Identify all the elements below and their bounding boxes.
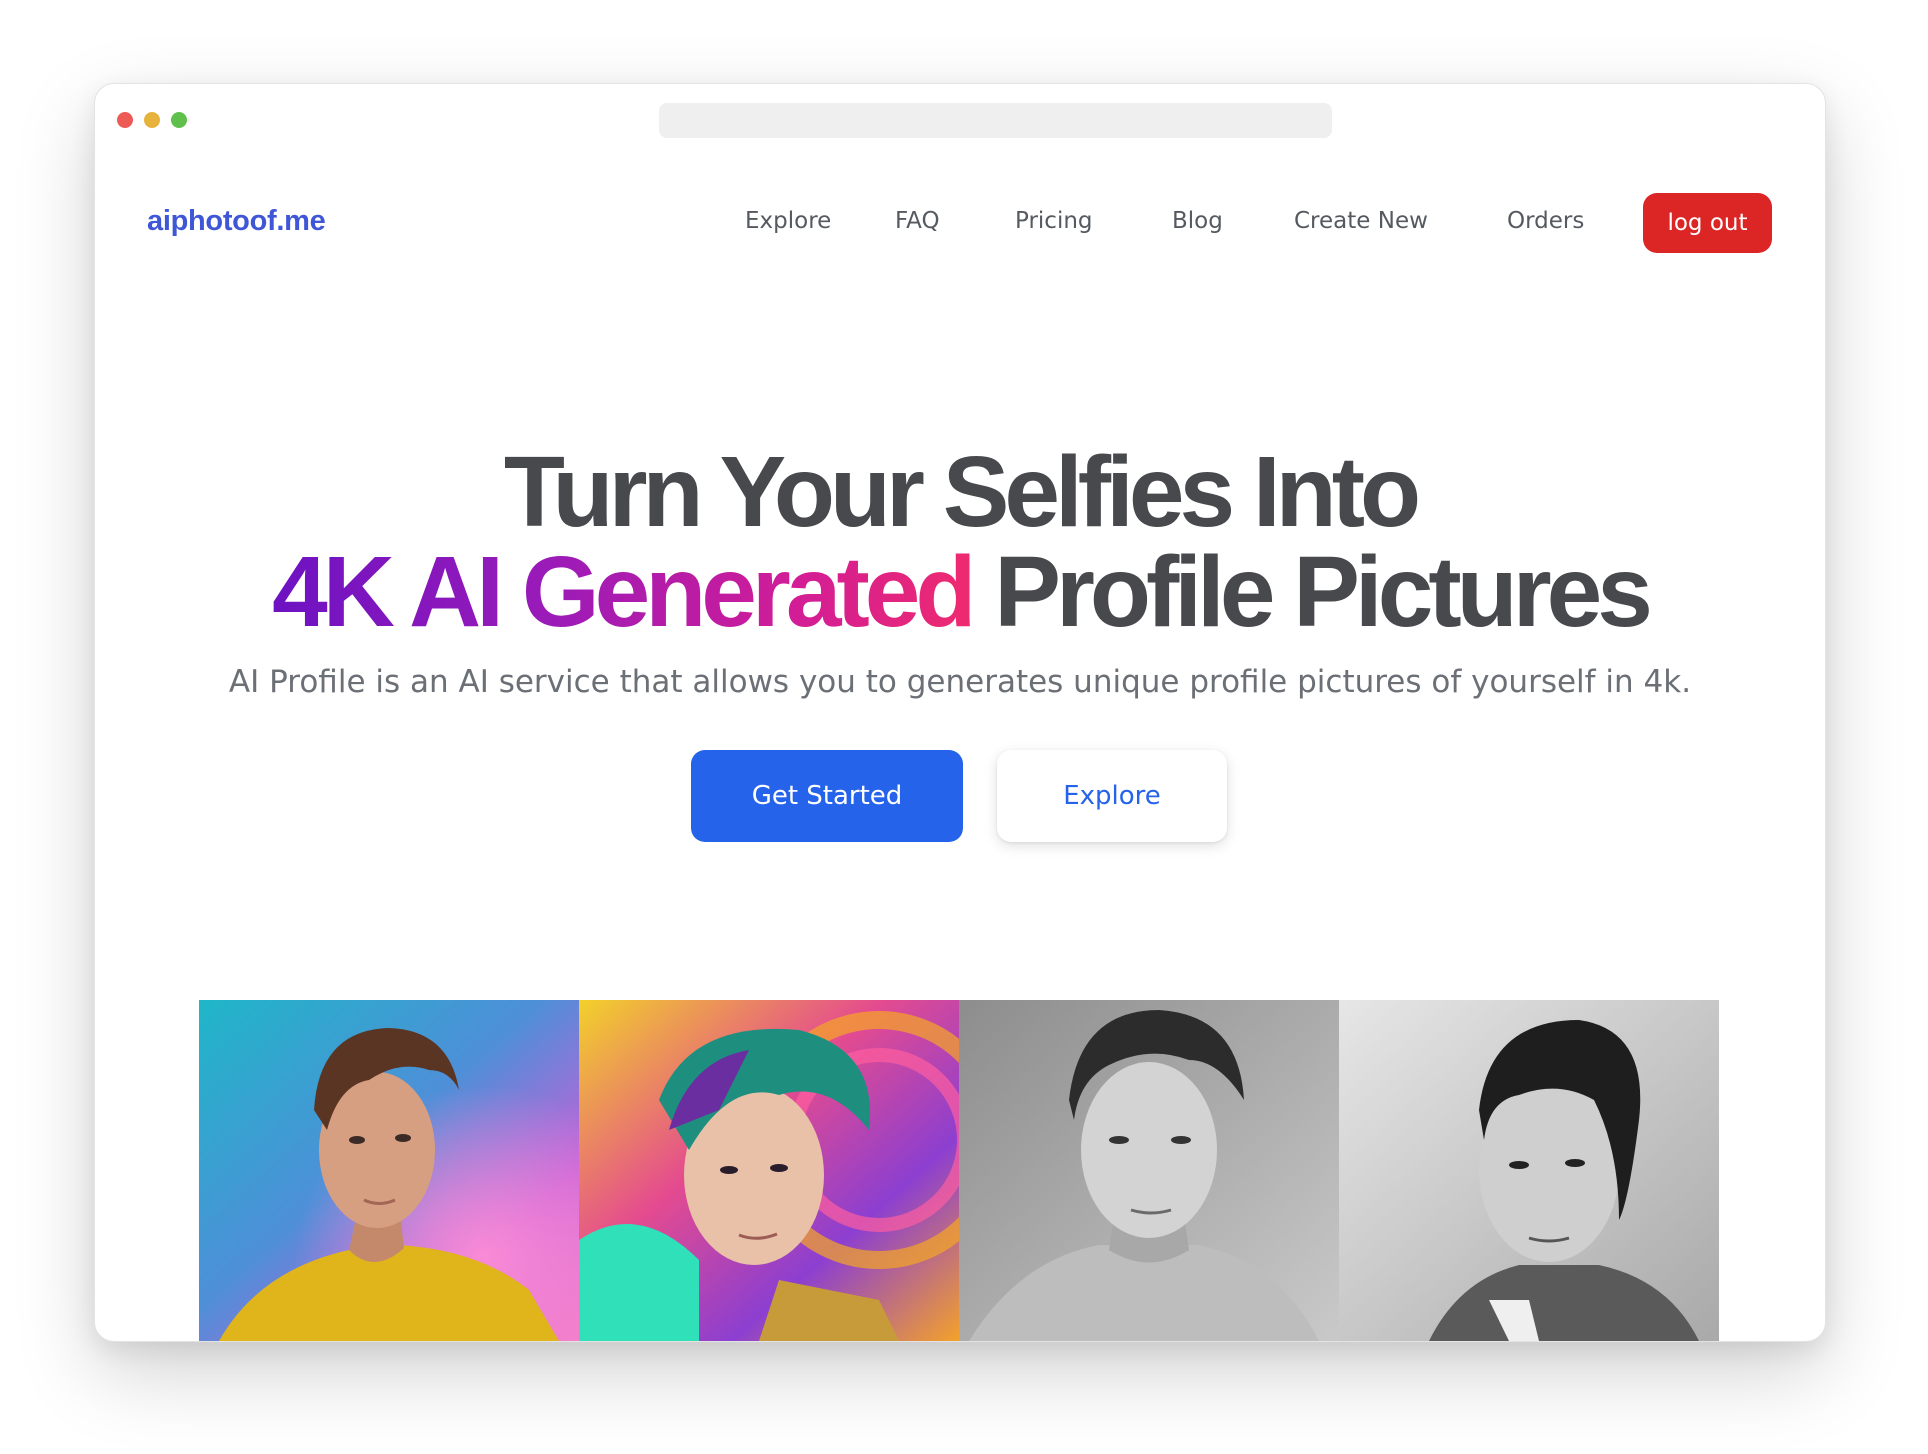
minimize-window-icon[interactable]	[144, 112, 160, 128]
hero-heading-rest: Profile Pictures	[971, 536, 1653, 648]
portrait-charcoal-drawing	[1339, 1000, 1719, 1341]
portrait-color-photo	[199, 1000, 579, 1341]
close-window-icon[interactable]	[117, 112, 133, 128]
hero-heading-line-2: 4K AI Generated Profile Pictures	[95, 542, 1825, 642]
portrait-gallery	[199, 1000, 1720, 1341]
site-logo[interactable]: aiphotoof.me	[147, 205, 326, 238]
hero-gradient-text: 4K AI Generated	[272, 536, 976, 648]
hero-subtitle: AI Profile is an AI service that allows …	[228, 664, 1692, 700]
address-bar[interactable]	[659, 103, 1332, 138]
maximize-window-icon[interactable]	[171, 112, 187, 128]
nav-link-blog[interactable]: Blog	[1172, 208, 1223, 234]
nav-link-explore[interactable]: Explore	[745, 208, 831, 234]
nav-link-faq[interactable]: FAQ	[895, 208, 940, 234]
top-navigation: aiphotoof.me Explore FAQ Pricing Blog Cr…	[95, 188, 1825, 258]
portrait-charcoal-drawing-image	[1339, 1000, 1719, 1341]
nav-link-pricing[interactable]: Pricing	[1015, 208, 1093, 234]
logout-button[interactable]: log out	[1643, 193, 1772, 253]
explore-button[interactable]: Explore	[997, 750, 1227, 842]
browser-window: aiphotoof.me Explore FAQ Pricing Blog Cr…	[94, 83, 1826, 1342]
portrait-colorful-illustration-image	[579, 1000, 959, 1341]
nav-link-orders[interactable]: Orders	[1507, 208, 1584, 234]
portrait-pencil-sketch	[959, 1000, 1339, 1341]
portrait-pencil-sketch-image	[959, 1000, 1339, 1341]
hero-heading-line-1: Turn Your Selfies Into	[503, 436, 1421, 548]
hero-heading: Turn Your Selfies Into 4K AI Generated P…	[95, 442, 1825, 642]
get-started-button[interactable]: Get Started	[691, 750, 963, 842]
page: aiphotoof.me Explore FAQ Pricing Blog Cr…	[0, 0, 1928, 1454]
nav-link-create-new[interactable]: Create New	[1294, 208, 1428, 234]
portrait-color-photo-image	[199, 1000, 579, 1341]
portrait-colorful-illustration	[579, 1000, 959, 1341]
browser-titlebar	[95, 84, 1825, 156]
